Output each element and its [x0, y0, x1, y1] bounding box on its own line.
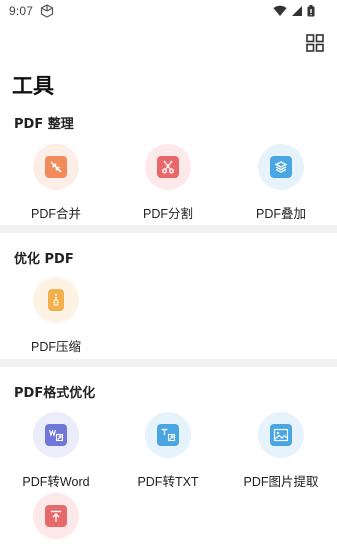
section-title-optimize: 优化 PDF [14, 252, 74, 267]
section-divider [0, 359, 337, 367]
section-title-organize: PDF 整理 [14, 117, 74, 132]
status-time: 9:07 [9, 4, 34, 18]
tool-icon-bg [33, 493, 79, 539]
merge-icon [45, 156, 67, 178]
tool-label: PDF分割 [142, 207, 193, 221]
tool-icon-bg [33, 412, 79, 458]
tool-label: PDF转TXT [137, 475, 199, 489]
tool-icon-bg [258, 412, 304, 458]
tool-pdf-upload[interactable] [0, 493, 112, 539]
tool-icon-bg [145, 144, 191, 190]
status-bar: 9:07 [0, 0, 337, 24]
grid-view-icon[interactable] [305, 33, 325, 53]
compress-icon [48, 289, 64, 311]
scissors-icon [157, 156, 179, 178]
upload-icon [45, 505, 67, 527]
cube-icon [40, 4, 54, 18]
wifi-icon [273, 5, 287, 17]
image-icon [270, 424, 292, 446]
section-divider [0, 225, 337, 233]
section-title-format: PDF格式优化 [14, 386, 96, 401]
tool-pdf-compress[interactable]: PDF压缩 [0, 277, 112, 355]
txt-icon [157, 424, 179, 446]
battery-icon [307, 5, 315, 17]
tool-icon-bg [258, 144, 304, 190]
tool-pdf-split[interactable]: PDF分割 [112, 144, 224, 222]
signal-icon [292, 6, 302, 16]
tool-pdf-image-extract[interactable]: PDF图片提取 [225, 412, 337, 490]
tool-label: PDF转Word [22, 475, 90, 489]
word-icon [45, 424, 67, 446]
tool-pdf-merge[interactable]: PDF合并 [0, 144, 112, 222]
tool-pdf-overlay[interactable]: PDF叠加 [225, 144, 337, 222]
tool-pdf-to-txt[interactable]: PDF转TXT [112, 412, 224, 490]
tool-icon-bg [145, 412, 191, 458]
page-title: 工具 [12, 74, 54, 98]
tool-icon-bg [33, 144, 79, 190]
tool-icon-bg [33, 277, 79, 323]
tool-label: PDF图片提取 [243, 475, 319, 489]
tool-label: PDF叠加 [255, 207, 306, 221]
tool-label: PDF合并 [30, 207, 81, 221]
tool-label: PDF压缩 [30, 340, 81, 354]
tool-pdf-to-word[interactable]: PDF转Word [0, 412, 112, 490]
layers-icon [270, 156, 292, 178]
